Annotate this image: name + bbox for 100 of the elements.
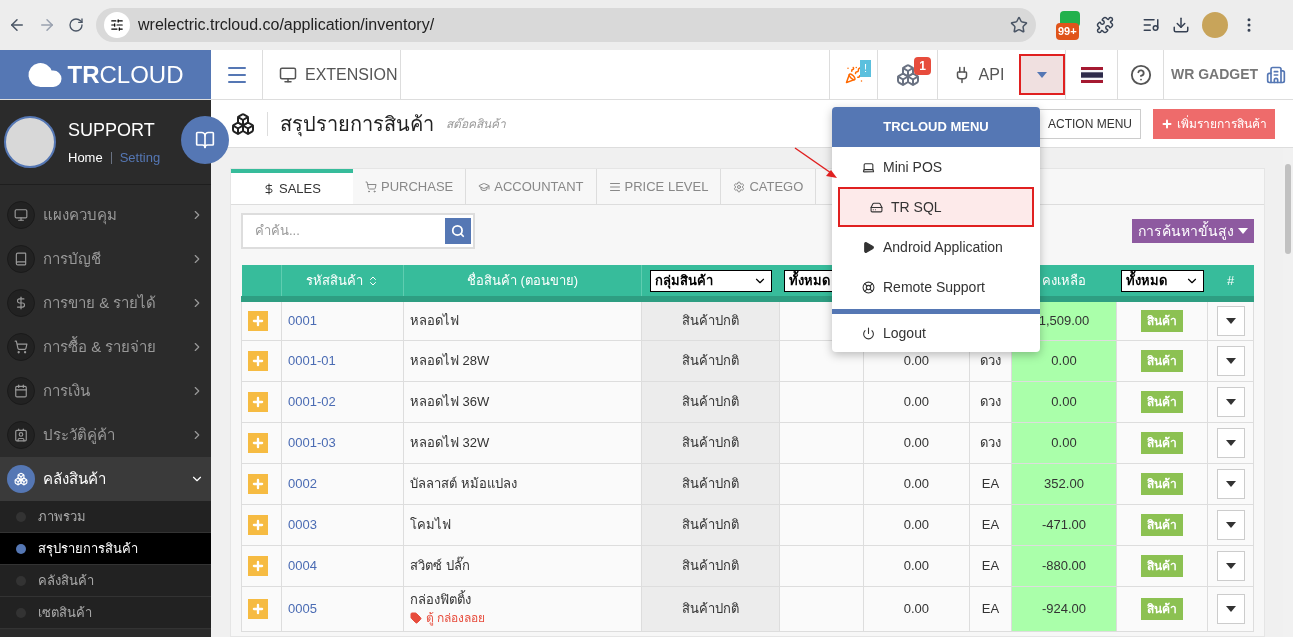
address-bar[interactable]: wrelectric.trcloud.co/application/inventory/ <box>96 8 1036 42</box>
tab-icon <box>365 180 377 193</box>
caret-icon <box>1225 398 1236 405</box>
row-menu-button[interactable] <box>1216 345 1245 376</box>
quantity-value: 0.00 <box>903 393 929 409</box>
column-header: # <box>1207 265 1254 299</box>
caret-icon <box>1037 71 1047 78</box>
plus-icon <box>251 558 265 573</box>
add-product-button[interactable]: เพิ่มรายการสินค้า <box>1153 108 1275 139</box>
flag-icon[interactable] <box>1080 66 1103 83</box>
company-name[interactable]: WR GADGET <box>1170 64 1259 85</box>
extension-button[interactable]: EXTENSION <box>263 50 401 99</box>
filter-select[interactable]: กลุ่มสินค้า <box>650 269 772 292</box>
sidebar-item[interactable]: การขาย & รายได้ <box>0 281 211 325</box>
page-title: สรุปรายการสินค้า <box>280 111 434 139</box>
user-name: SUPPORT <box>68 118 156 142</box>
sidebar-item[interactable]: คลังสินค้า <box>0 457 211 501</box>
product-group: สินค้าปกติ <box>682 393 739 409</box>
plus-icon <box>251 601 265 616</box>
menu-item-icon <box>14 296 28 310</box>
menu-item-icon <box>14 340 28 354</box>
row-menu-button[interactable] <box>1216 509 1245 540</box>
setting-link[interactable]: Setting <box>119 147 161 168</box>
logout-button[interactable]: Logout <box>832 314 1040 352</box>
quantity-value: 0.00 <box>903 434 929 450</box>
tab[interactable]: SALES <box>231 169 353 204</box>
book-icon <box>195 130 215 150</box>
media-icon[interactable] <box>1142 16 1160 34</box>
filter-select[interactable]: ทั้งหมด <box>1120 269 1204 292</box>
sidebar-item[interactable]: แผงควบคุม <box>0 193 211 237</box>
product-code-link[interactable]: 0005 <box>288 600 317 616</box>
unit-text: ดวง <box>980 393 1001 409</box>
product-name: สวิตซ์ ปลั๊ก <box>410 555 471 575</box>
inventory-button[interactable]: 1 <box>877 50 937 99</box>
sort-icon <box>367 274 379 287</box>
action-menu-button[interactable]: ACTION MENU <box>1039 108 1141 139</box>
product-code-link[interactable]: 0003 <box>288 516 317 532</box>
sidebar-item[interactable]: ประวัติคู่ค้า <box>0 413 211 457</box>
plus-icon <box>251 313 265 328</box>
sidebar-item[interactable]: การเงิน <box>0 369 211 413</box>
balance-value: -924.00 <box>1041 600 1087 616</box>
menu-item[interactable]: Android Application <box>832 227 1040 267</box>
search-field[interactable]: คำค้น... <box>255 221 445 241</box>
advanced-search-button[interactable]: การค้นหาขั้นสูง <box>1132 219 1254 243</box>
building-icon <box>1266 64 1287 85</box>
product-name: บัลลาสต์ หม้อแปลง <box>410 474 518 493</box>
caret-icon <box>1225 439 1236 446</box>
balance-value: 0.00 <box>1051 393 1077 409</box>
balance-value: 0.00 <box>1051 434 1077 450</box>
sidebar-item[interactable]: การซื้อ & รายจ่าย <box>0 325 211 369</box>
product-name: หลอดไฟ <box>410 312 460 330</box>
unit-text: EA <box>981 600 1000 616</box>
quantity-value: 0.00 <box>903 475 929 491</box>
row-menu-button[interactable] <box>1216 427 1245 458</box>
back-icon[interactable] <box>8 16 26 34</box>
tab[interactable]: ACCOUNTANT <box>466 169 597 204</box>
product-name: โคมไฟ <box>410 515 452 534</box>
column-header: ชื่อสินค้า (ตอนขาย) <box>403 265 642 299</box>
product-name: หลอดไฟ 36W <box>410 392 491 411</box>
product-code-link[interactable]: 0001-01 <box>288 352 336 368</box>
row-menu-button[interactable] <box>1216 550 1245 581</box>
caret-icon <box>1238 228 1248 234</box>
menu-item-icon <box>14 208 28 222</box>
row-menu-button[interactable] <box>1216 593 1245 624</box>
boxes-icon <box>231 111 255 136</box>
sidebar-subitem[interactable]: สรุปรายการสินค้า <box>0 533 211 565</box>
tab[interactable]: CATEGO <box>721 169 817 204</box>
menu-item-icon <box>14 472 28 486</box>
sidebar-subitem[interactable]: เซตสินค้า <box>0 597 211 629</box>
menu-item-icon <box>14 428 28 442</box>
row-menu-button[interactable] <box>1216 305 1245 336</box>
download-icon[interactable] <box>1172 16 1190 34</box>
logo[interactable]: TRCLOUD <box>0 50 211 99</box>
home-link[interactable]: Home <box>68 147 103 168</box>
product-group: สินค้าปกติ <box>682 352 739 368</box>
site-info-icon[interactable] <box>104 12 130 38</box>
reload-icon[interactable] <box>68 17 84 33</box>
sidebar-item[interactable]: การบัญชี <box>0 237 211 281</box>
tab[interactable]: PRICE LEVEL <box>596 169 722 204</box>
product-code-link[interactable]: 0001-02 <box>288 393 336 409</box>
menu-item[interactable]: TR SQL <box>838 187 1034 227</box>
menu-item[interactable]: Mini POS <box>832 147 1040 187</box>
sidebar-subitem[interactable]: คลังสินค้า <box>0 565 211 597</box>
tab[interactable]: PURCHASE <box>353 169 467 204</box>
sidebar-subitem[interactable]: ภาพรวม <box>0 501 211 533</box>
bookmark-star-icon[interactable] <box>1010 16 1028 34</box>
help-icon[interactable] <box>1129 63 1152 86</box>
search-box[interactable]: คำค้น... <box>241 213 475 249</box>
search-button[interactable] <box>445 218 471 244</box>
menu-item-icon <box>862 240 875 254</box>
product-code-link[interactable]: 0002 <box>288 475 317 491</box>
dropdown-button[interactable] <box>1019 54 1065 95</box>
row-menu-button[interactable] <box>1216 386 1245 417</box>
row-menu-button[interactable] <box>1216 468 1245 499</box>
product-code-link[interactable]: 0001 <box>288 313 317 328</box>
guide-button[interactable] <box>181 116 229 164</box>
extensions-icon[interactable] <box>1096 16 1114 34</box>
product-code-link[interactable]: 0001-03 <box>288 434 336 450</box>
product-code-link[interactable]: 0004 <box>288 557 317 573</box>
product-group: สินค้าปกติ <box>682 516 739 532</box>
